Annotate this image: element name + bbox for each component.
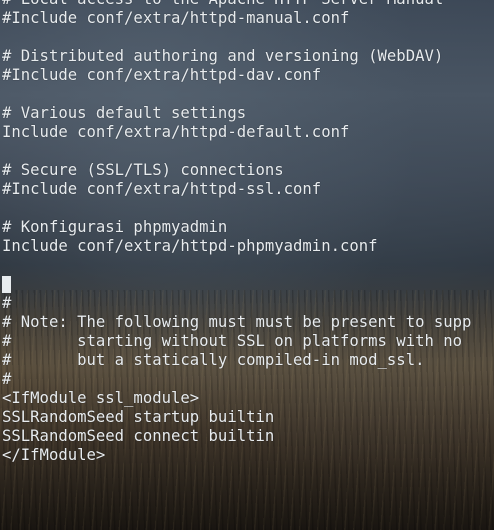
code-line-24: SSLRandomSeed connect builtin (2, 427, 275, 445)
code-line-18: # Note: The following must must be prese… (2, 313, 472, 331)
code-line-1: # Local access to the Apache HTTP Server… (2, 0, 494, 9)
code-line-25: </IfModule> (2, 446, 106, 464)
code-line-5: #Include conf/extra/httpd-dav.conf (2, 66, 322, 84)
code-line-23: SSLRandomSeed startup builtin (2, 408, 275, 426)
code-line-19: # starting without SSL on platforms with… (2, 332, 463, 350)
code-line-21: # (2, 370, 12, 388)
code-line-11: #Include conf/extra/httpd-ssl.conf (2, 180, 322, 198)
code-line-14: Include conf/extra/httpd-phpmyadmin.conf (2, 237, 378, 255)
text-cursor (2, 276, 11, 293)
code-line-17: # (2, 294, 12, 312)
code-line-13: # Konfigurasi phpmyadmin (2, 218, 228, 236)
code-line-7: # Various default settings (2, 104, 247, 122)
code-line-16-cursor[interactable] (2, 275, 494, 294)
code-line-4: # Distributed authoring and versioning (… (2, 47, 444, 65)
code-line-2: #Include conf/extra/httpd-manual.conf (2, 9, 350, 27)
code-line-10: # Secure (SSL/TLS) connections (2, 161, 284, 179)
code-line-22: <IfModule ssl_module> (2, 389, 200, 407)
code-line-8: Include conf/extra/httpd-default.conf (2, 123, 350, 141)
terminal-editor[interactable]: # Local access to the Apache HTTP Server… (0, 0, 494, 530)
code-line-20: # but a statically compiled-in mod_ssl. (2, 351, 425, 369)
